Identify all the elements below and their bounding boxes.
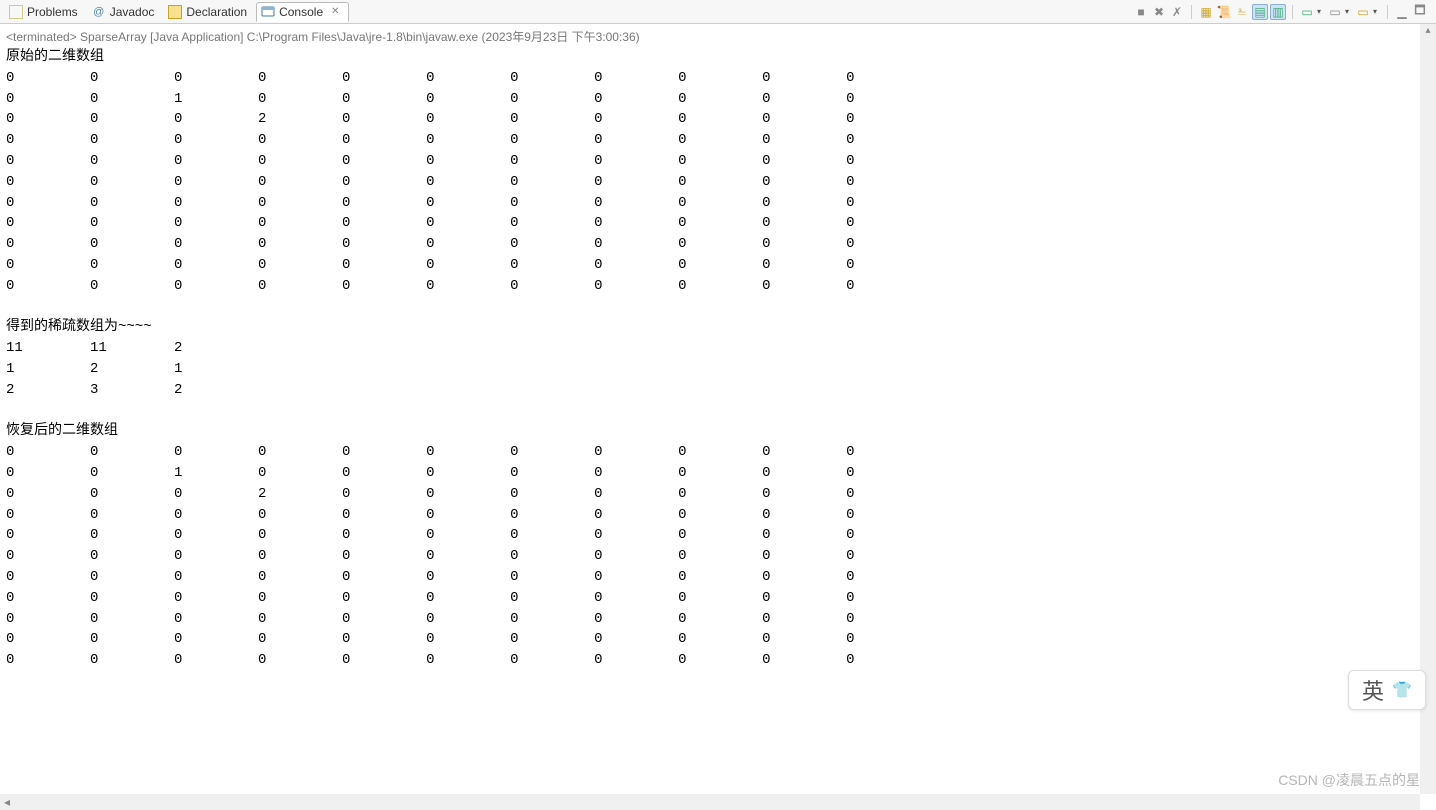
new-console-icon[interactable]: ▭ bbox=[1355, 4, 1371, 20]
dropdown-icon[interactable]: ▾ bbox=[1373, 4, 1381, 20]
tab-label: Problems bbox=[27, 5, 78, 19]
remove-launch-icon[interactable]: ✖ bbox=[1151, 4, 1167, 20]
tab-label: Declaration bbox=[186, 5, 247, 19]
separator bbox=[1387, 5, 1388, 19]
close-icon[interactable]: ✕ bbox=[331, 6, 339, 17]
scroll-left-icon[interactable]: ◂ bbox=[2, 797, 12, 807]
tab-label: Console bbox=[279, 5, 323, 19]
javadoc-icon: @ bbox=[92, 5, 106, 19]
open-console-icon[interactable]: ▭ bbox=[1327, 4, 1343, 20]
console-process-status: <terminated> SparseArray [Java Applicati… bbox=[0, 24, 1436, 47]
tab-label: Javadoc bbox=[110, 5, 155, 19]
horizontal-scrollbar[interactable]: ◂ bbox=[0, 794, 1420, 810]
clear-console-icon[interactable]: ▦ bbox=[1198, 4, 1214, 20]
problems-icon bbox=[9, 5, 23, 19]
word-wrap-icon[interactable]: ⎁ bbox=[1234, 4, 1250, 20]
separator bbox=[1191, 5, 1192, 19]
declaration-icon bbox=[168, 5, 182, 19]
console-icon bbox=[261, 5, 275, 19]
tab-group: Problems @ Javadoc Declaration Console ✕ bbox=[4, 2, 349, 22]
show-console-stdout-icon[interactable]: ▤ bbox=[1252, 4, 1268, 20]
views-tabbar: Problems @ Javadoc Declaration Console ✕… bbox=[0, 0, 1436, 24]
separator bbox=[1292, 5, 1293, 19]
tab-console[interactable]: Console ✕ bbox=[256, 2, 348, 22]
console-toolbar: ■ ✖ ✗ ▦ 📜 ⎁ ▤ ▥ ▭ ▾ ▭ ▾ ▭ ▾ ▁ 🗖 bbox=[1133, 4, 1432, 20]
console-output-area[interactable]: 原始的二维数组 0 0 0 0 0 0 0 0 0 0 0 0 0 1 0 0 … bbox=[0, 47, 1436, 793]
minimize-view-icon[interactable]: ▁ bbox=[1394, 4, 1410, 20]
terminate-icon[interactable]: ■ bbox=[1133, 4, 1149, 20]
scroll-lock-icon[interactable]: 📜 bbox=[1216, 4, 1232, 20]
show-console-stderr-icon[interactable]: ▥ bbox=[1270, 4, 1286, 20]
tab-problems[interactable]: Problems bbox=[4, 2, 87, 22]
console-text: 原始的二维数组 0 0 0 0 0 0 0 0 0 0 0 0 0 1 0 0 … bbox=[6, 47, 1436, 671]
ime-indicator[interactable]: 英 👕 bbox=[1348, 670, 1426, 710]
tab-declaration[interactable]: Declaration bbox=[163, 2, 256, 22]
maximize-view-icon[interactable]: 🗖 bbox=[1412, 4, 1428, 20]
display-selected-icon[interactable]: ▭ bbox=[1299, 4, 1315, 20]
tab-javadoc[interactable]: @ Javadoc bbox=[87, 2, 164, 22]
dropdown-icon[interactable]: ▾ bbox=[1317, 4, 1325, 20]
dropdown-icon[interactable]: ▾ bbox=[1345, 4, 1353, 20]
ime-settings-icon[interactable]: 👕 bbox=[1392, 680, 1412, 700]
remove-all-icon[interactable]: ✗ bbox=[1169, 4, 1185, 20]
ime-mode-label: 英 bbox=[1362, 674, 1384, 706]
scroll-up-icon[interactable]: ▴ bbox=[1423, 26, 1433, 36]
